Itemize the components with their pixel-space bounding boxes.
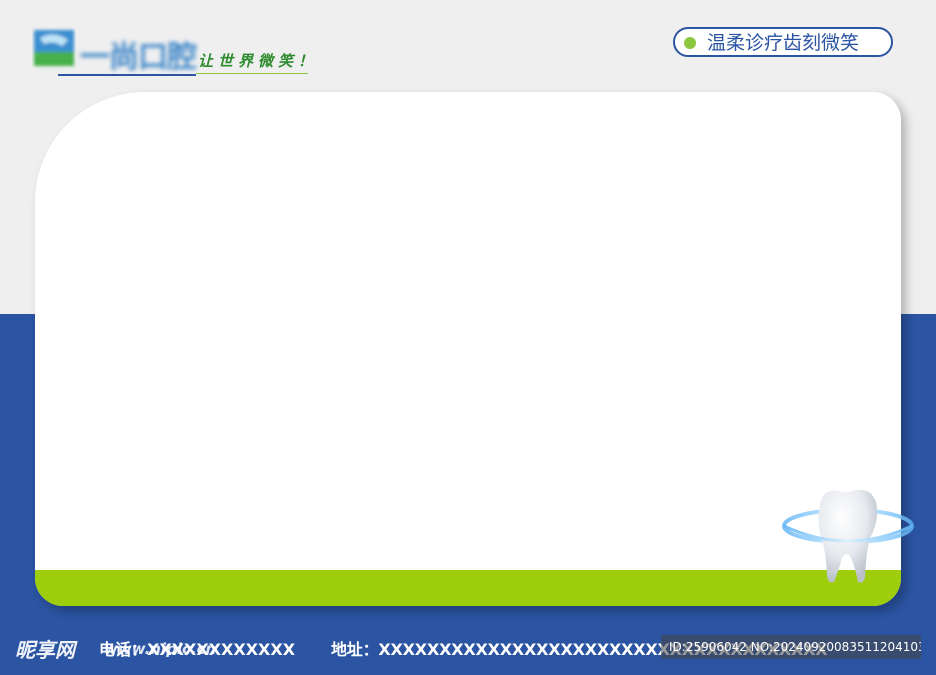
logo-underline-green (196, 73, 308, 74)
tagline-text: 温柔诊疗齿刻微笑 (707, 32, 860, 54)
clinic-logo: 一尚口腔 让世界微笑！ (30, 22, 340, 82)
tagline-badge: 温柔诊疗齿刻微笑 (673, 27, 893, 57)
watermark-id: ID:25906042 NO:20240920083511204103 (661, 635, 921, 659)
tooth-icon (782, 489, 914, 583)
logo-slogan: 让世界微笑！ (198, 52, 319, 70)
watermark-brand: 昵享网 (15, 638, 75, 662)
logo-underline-blue (58, 74, 196, 76)
panel-green-band (35, 570, 901, 606)
content-panel (35, 92, 901, 606)
tagline-dot (684, 37, 696, 49)
logo-mark-icon (34, 30, 74, 66)
watermark-url: www.nipic.cn (104, 640, 217, 658)
